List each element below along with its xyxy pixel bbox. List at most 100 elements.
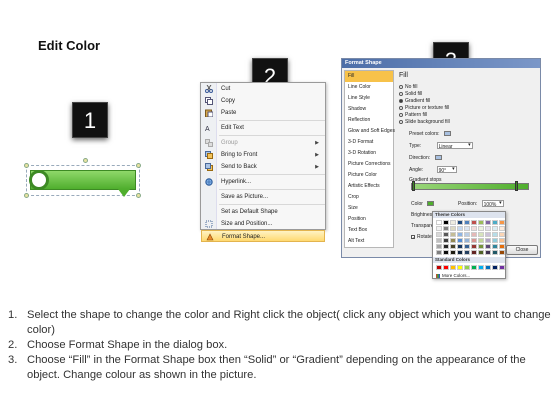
color-swatch[interactable] — [471, 265, 477, 270]
color-swatch[interactable] — [443, 265, 449, 270]
color-swatch[interactable] — [485, 232, 491, 237]
color-swatch[interactable] — [457, 265, 463, 270]
nav-item-text-box[interactable]: Text Box — [345, 225, 393, 236]
radio-gradient-fill[interactable]: Gradient fill — [399, 98, 430, 105]
color-swatch[interactable] — [478, 226, 484, 231]
color-swatch[interactable] — [485, 250, 491, 255]
color-swatch[interactable] — [499, 220, 505, 225]
color-swatch[interactable] — [485, 220, 491, 225]
color-swatch[interactable] — [450, 244, 456, 249]
color-swatch[interactable] — [485, 265, 491, 270]
color-swatch[interactable] — [485, 238, 491, 243]
color-swatch[interactable] — [485, 226, 491, 231]
nav-item-shadow[interactable]: Shadow — [345, 104, 393, 115]
color-swatch[interactable] — [457, 220, 463, 225]
color-swatch[interactable] — [471, 250, 477, 255]
color-swatch[interactable] — [478, 265, 484, 270]
nav-item-3d-rotation[interactable]: 3-D Rotation — [345, 148, 393, 159]
color-swatch[interactable] — [450, 226, 456, 231]
radio-no-fill[interactable]: No fill — [399, 84, 418, 91]
resize-handle[interactable] — [24, 193, 29, 198]
color-swatch[interactable] — [450, 220, 456, 225]
nav-item-line-style[interactable]: Line Style — [345, 93, 393, 104]
nav-item-size[interactable]: Size — [345, 203, 393, 214]
nav-item-picture-color[interactable]: Picture Color — [345, 170, 393, 181]
color-swatch[interactable] — [492, 244, 498, 249]
color-swatch[interactable] — [436, 220, 442, 225]
nav-item-fill[interactable]: Fill — [345, 71, 393, 82]
menu-item-save-as-picture[interactable]: Save as Picture... — [201, 191, 325, 203]
gradient-stop-handle[interactable] — [412, 181, 415, 191]
color-swatch[interactable] — [499, 244, 505, 249]
angle-input[interactable]: 90° — [436, 165, 457, 174]
color-swatch[interactable] — [478, 250, 484, 255]
color-swatch[interactable] — [499, 238, 505, 243]
radio-slide-background-fill[interactable]: Slide background fill — [399, 119, 450, 126]
color-swatch[interactable] — [492, 226, 498, 231]
more-colors-item[interactable]: More Colors... — [433, 272, 505, 279]
color-picker-button[interactable] — [427, 201, 435, 207]
nav-item-alt-text[interactable]: Alt Text — [345, 236, 393, 247]
color-swatch[interactable] — [450, 250, 456, 255]
menu-item-paste[interactable]: Paste — [201, 107, 325, 119]
radio-solid-fill[interactable]: Solid fill — [399, 91, 422, 98]
direction-picker[interactable] — [434, 155, 442, 161]
resize-handle[interactable] — [136, 193, 141, 198]
resize-handle[interactable] — [136, 163, 141, 168]
color-swatch[interactable] — [436, 265, 442, 270]
nav-item-glow[interactable]: Glow and Soft Edges — [345, 126, 395, 137]
type-dropdown[interactable]: Linear — [436, 141, 473, 150]
color-swatch[interactable] — [492, 238, 498, 243]
menu-item-cut[interactable]: Cut — [201, 83, 325, 95]
menu-item-set-default-shape[interactable]: Set as Default Shape — [201, 206, 325, 218]
color-swatch[interactable] — [499, 226, 505, 231]
color-swatch[interactable] — [436, 226, 442, 231]
color-swatch[interactable] — [436, 244, 442, 249]
color-swatch[interactable] — [478, 232, 484, 237]
radio-pattern-fill[interactable]: Pattern fill — [399, 112, 427, 119]
color-swatch[interactable] — [471, 238, 477, 243]
color-swatch[interactable] — [443, 220, 449, 225]
color-swatch[interactable] — [443, 250, 449, 255]
gradient-stop-handle[interactable] — [515, 181, 518, 191]
color-swatch[interactable] — [436, 250, 442, 255]
menu-item-send-to-back[interactable]: Send to Back ▶ — [201, 161, 325, 173]
nav-item-picture-corrections[interactable]: Picture Corrections — [345, 159, 393, 170]
nav-item-artistic-effects[interactable]: Artistic Effects — [345, 181, 393, 192]
color-swatch[interactable] — [471, 220, 477, 225]
color-swatch[interactable] — [457, 238, 463, 243]
menu-item-copy[interactable]: Copy — [201, 95, 325, 107]
color-swatch[interactable] — [485, 244, 491, 249]
close-button[interactable]: Close — [506, 245, 538, 255]
color-swatch[interactable] — [499, 250, 505, 255]
color-swatch[interactable] — [450, 232, 456, 237]
resize-handle[interactable] — [24, 163, 29, 168]
nav-item-3d-format[interactable]: 3-D Format — [345, 137, 393, 148]
color-swatch[interactable] — [436, 232, 442, 237]
color-swatch[interactable] — [478, 238, 484, 243]
color-swatch[interactable] — [471, 226, 477, 231]
nav-item-crop[interactable]: Crop — [345, 192, 393, 203]
color-swatch[interactable] — [443, 232, 449, 237]
color-swatch[interactable] — [443, 238, 449, 243]
color-swatch[interactable] — [443, 244, 449, 249]
color-swatch[interactable] — [499, 232, 505, 237]
color-swatch[interactable] — [464, 232, 470, 237]
color-swatch[interactable] — [464, 244, 470, 249]
color-swatch[interactable] — [492, 265, 498, 270]
color-swatch[interactable] — [478, 220, 484, 225]
color-swatch[interactable] — [478, 244, 484, 249]
color-swatch[interactable] — [464, 265, 470, 270]
position-input[interactable]: 100% — [481, 199, 504, 208]
color-swatch[interactable] — [464, 226, 470, 231]
rotation-handle[interactable] — [83, 158, 88, 163]
nav-item-line-color[interactable]: Line Color — [345, 82, 393, 93]
color-swatch[interactable] — [492, 220, 498, 225]
color-swatch[interactable] — [464, 220, 470, 225]
menu-item-size-and-position[interactable]: Size and Position... — [201, 218, 325, 230]
color-swatch[interactable] — [457, 226, 463, 231]
color-swatch[interactable] — [450, 238, 456, 243]
menu-item-bring-to-front[interactable]: Bring to Front ▶ — [201, 149, 325, 161]
color-swatch[interactable] — [492, 250, 498, 255]
color-swatch[interactable] — [471, 244, 477, 249]
